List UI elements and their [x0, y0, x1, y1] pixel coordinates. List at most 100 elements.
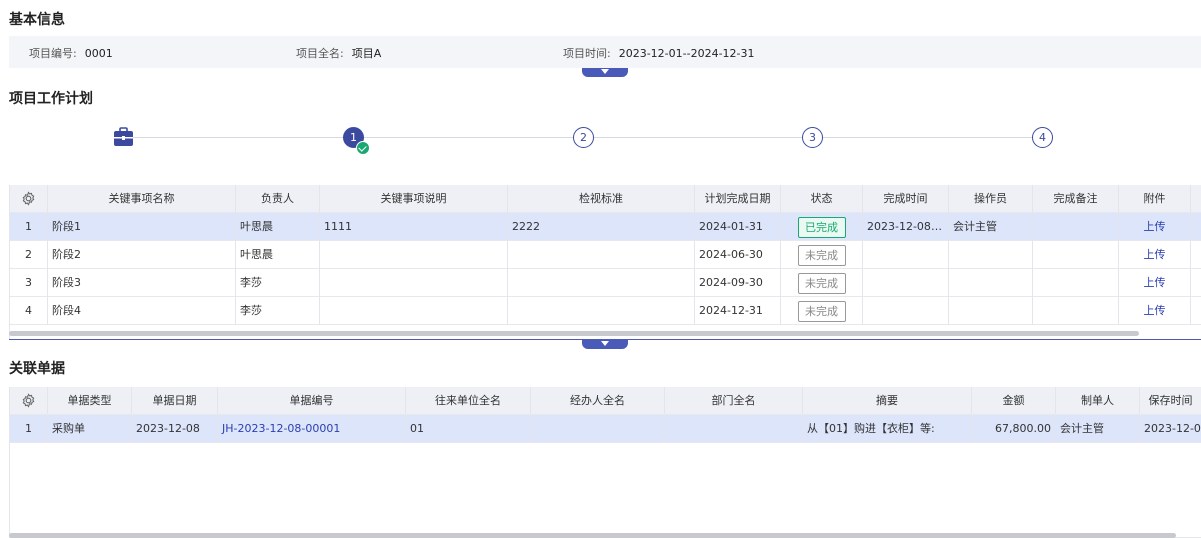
- project-time-value: 2023-12-01--2024-12-31: [618, 47, 755, 60]
- cell-status[interactable]: 未完成: [781, 269, 863, 296]
- col-plan-date[interactable]: 计划完成日期: [695, 185, 781, 212]
- col-doc-date[interactable]: 单据日期: [132, 387, 218, 414]
- upload-link[interactable]: 上传: [1119, 269, 1191, 296]
- col-desc[interactable]: 关键事项说明: [320, 185, 508, 212]
- col-done-time[interactable]: 完成时间: [863, 185, 949, 212]
- cell-remark[interactable]: [1033, 241, 1119, 268]
- upload-link[interactable]: 上传: [1119, 241, 1191, 268]
- cell-status[interactable]: 未完成: [781, 241, 863, 268]
- cell-plan-date[interactable]: 2024-01-31: [695, 213, 781, 240]
- docs-title: 关联单据: [9, 361, 65, 377]
- cell-remark[interactable]: [1033, 213, 1119, 240]
- table-row[interactable]: 2 阶段2 叶思晨 2024-06-30 未完成 上传: [10, 241, 1201, 269]
- cell-handler[interactable]: [531, 415, 665, 442]
- cell-owner[interactable]: 叶思晨: [236, 241, 320, 268]
- step-3[interactable]: 3: [802, 127, 823, 148]
- cell-owner[interactable]: 李莎: [236, 269, 320, 296]
- doc-code-link[interactable]: JH-2023-12-08-00001: [218, 415, 406, 442]
- cell-standard[interactable]: 2222: [508, 213, 695, 240]
- step-4[interactable]: 4: [1032, 127, 1053, 148]
- plan-table-header: 关键事项名称 负责人 关键事项说明 检视标准 计划完成日期 状态 完成时间 操作…: [10, 185, 1201, 213]
- cell-done-time[interactable]: [863, 269, 949, 296]
- cell-standard[interactable]: [508, 269, 695, 296]
- col-standard[interactable]: 检视标准: [508, 185, 695, 212]
- cell-status[interactable]: 已完成: [781, 213, 863, 240]
- cell-doc-type[interactable]: 采购单: [48, 415, 132, 442]
- col-amount[interactable]: 金额: [972, 387, 1056, 414]
- cell-summary[interactable]: 从【01】购进【衣柜】等:: [803, 415, 972, 442]
- cell-doc-date[interactable]: 2023-12-08: [132, 415, 218, 442]
- col-status[interactable]: 状态: [781, 185, 863, 212]
- col-remark[interactable]: 完成备注: [1033, 185, 1119, 212]
- plan-table-horizontal-scrollbar[interactable]: [9, 331, 1139, 336]
- plan-title: 项目工作计划: [9, 91, 93, 107]
- cell-filler: [1191, 297, 1201, 324]
- briefcase-icon[interactable]: [113, 127, 134, 147]
- table-row[interactable]: 4 阶段4 李莎 2024-12-31 未完成 上传: [10, 297, 1201, 325]
- col-summary[interactable]: 摘要: [803, 387, 972, 414]
- cell-operator[interactable]: [949, 269, 1033, 296]
- cell-desc[interactable]: [320, 269, 508, 296]
- project-name-value: 项目A: [351, 47, 382, 60]
- cell-plan-date[interactable]: 2024-12-31: [695, 297, 781, 324]
- col-maker[interactable]: 制单人: [1056, 387, 1140, 414]
- cell-owner[interactable]: 李莎: [236, 297, 320, 324]
- table-row[interactable]: 1 采购单 2023-12-08 JH-2023-12-08-00001 01 …: [10, 415, 1201, 443]
- status-badge[interactable]: 未完成: [797, 300, 846, 322]
- cell-done-time[interactable]: [863, 241, 949, 268]
- col-operator[interactable]: 操作员: [949, 185, 1033, 212]
- cell-operator[interactable]: [949, 241, 1033, 268]
- cell-desc[interactable]: [320, 241, 508, 268]
- col-owner[interactable]: 负责人: [236, 185, 320, 212]
- cell-standard[interactable]: [508, 241, 695, 268]
- table-row[interactable]: 3 阶段3 李莎 2024-09-30 未完成 上传: [10, 269, 1201, 297]
- cell-desc[interactable]: 1111: [320, 213, 508, 240]
- cell-save-time[interactable]: 2023-12-0: [1140, 415, 1201, 442]
- cell-operator[interactable]: [949, 297, 1033, 324]
- cell-maker[interactable]: 会计主管: [1056, 415, 1140, 442]
- cell-name[interactable]: 阶段4: [48, 297, 236, 324]
- col-doc-code[interactable]: 单据编号: [218, 387, 406, 414]
- cell-desc[interactable]: [320, 297, 508, 324]
- cell-owner[interactable]: 叶思晨: [236, 213, 320, 240]
- collapse-plan-button[interactable]: [582, 340, 628, 349]
- col-handler[interactable]: 经办人全名: [531, 387, 665, 414]
- table-row[interactable]: 1 阶段1 叶思晨 1111 2222 2024-01-31 已完成 2023-…: [10, 213, 1201, 241]
- table-settings-gear-icon[interactable]: [10, 185, 48, 212]
- cell-remark[interactable]: [1033, 297, 1119, 324]
- step-complete-check-icon: [356, 141, 370, 155]
- cell-name[interactable]: 阶段3: [48, 269, 236, 296]
- col-filler: [1191, 185, 1201, 212]
- status-badge[interactable]: 未完成: [797, 272, 846, 294]
- cell-partner[interactable]: 01: [406, 415, 531, 442]
- col-dept[interactable]: 部门全名: [665, 387, 803, 414]
- cell-name[interactable]: 阶段1: [48, 213, 236, 240]
- cell-plan-date[interactable]: 2024-06-30: [695, 241, 781, 268]
- cell-dept[interactable]: [665, 415, 803, 442]
- step-2[interactable]: 2: [573, 127, 594, 148]
- col-save-time[interactable]: 保存时间: [1140, 387, 1201, 414]
- docs-table-header: 单据类型 单据日期 单据编号 往来单位全名 经办人全名 部门全名 摘要 金额 制…: [10, 387, 1201, 415]
- cell-done-time[interactable]: 2023-12-08 ...: [863, 213, 949, 240]
- col-partner[interactable]: 往来单位全名: [406, 387, 531, 414]
- upload-link[interactable]: 上传: [1119, 213, 1191, 240]
- cell-standard[interactable]: [508, 297, 695, 324]
- cell-plan-date[interactable]: 2024-09-30: [695, 269, 781, 296]
- cell-done-time[interactable]: [863, 297, 949, 324]
- col-name[interactable]: 关键事项名称: [48, 185, 236, 212]
- cell-amount[interactable]: 67,800.00: [972, 415, 1056, 442]
- docs-table-horizontal-scrollbar[interactable]: [9, 533, 1176, 538]
- cell-filler: [1191, 213, 1201, 240]
- status-badge[interactable]: 未完成: [797, 244, 846, 266]
- cell-remark[interactable]: [1033, 269, 1119, 296]
- status-badge[interactable]: 已完成: [797, 216, 846, 238]
- cell-operator[interactable]: 会计主管: [949, 213, 1033, 240]
- col-attach[interactable]: 附件: [1119, 185, 1191, 212]
- collapse-basic-info-button[interactable]: [582, 68, 628, 77]
- cell-status[interactable]: 未完成: [781, 297, 863, 324]
- table-settings-gear-icon[interactable]: [10, 387, 48, 414]
- col-doc-type[interactable]: 单据类型: [48, 387, 132, 414]
- upload-link[interactable]: 上传: [1119, 297, 1191, 324]
- cell-name[interactable]: 阶段2: [48, 241, 236, 268]
- plan-table: 关键事项名称 负责人 关键事项说明 检视标准 计划完成日期 状态 完成时间 操作…: [9, 185, 1201, 340]
